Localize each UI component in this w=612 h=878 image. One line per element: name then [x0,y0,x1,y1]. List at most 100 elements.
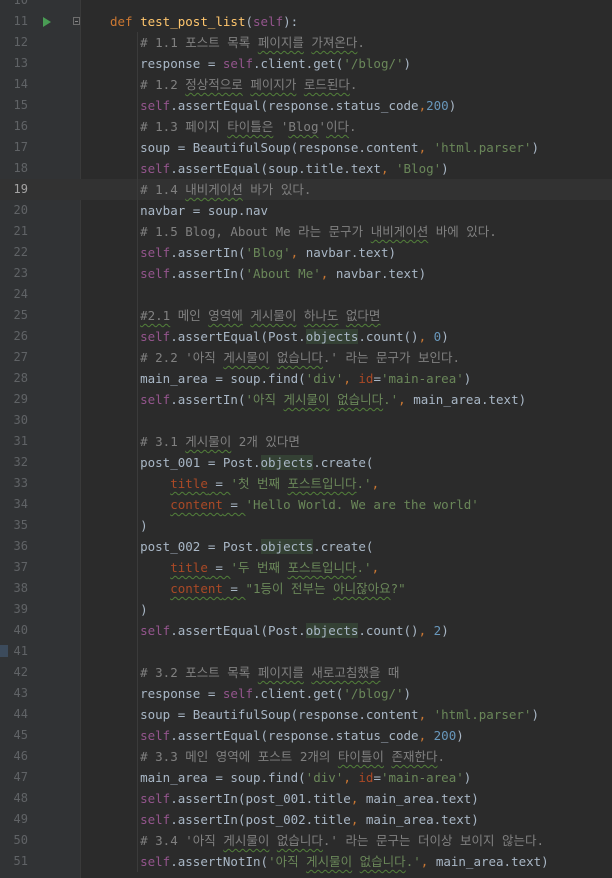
code-token: post_002 = Post. [110,539,261,554]
code-token: content [170,497,223,512]
code-token: self [140,245,171,260]
code-line[interactable]: 44 soup = BeautifulSoup(response.content… [0,704,612,725]
code-text: main_area = soup.find('div', id='main-ar… [110,767,471,788]
code-text: self.assertEqual(response.status_code,20… [110,95,456,116]
code-token: .' [405,854,421,869]
code-token: , [418,623,434,638]
line-number: 37 [13,560,28,574]
code-token: 포스트입니다 [287,476,357,491]
code-line[interactable]: 28 main_area = soup.find('div', id='main… [0,368,612,389]
code-token: self [140,392,171,407]
code-token: 'div' [305,770,344,785]
code-line[interactable]: 40 self.assertEqual(Post.objects.count()… [0,620,612,641]
code-token: .create( [313,539,374,554]
code-text: # 1.5 Blog, About Me 라는 문구가 내비게이션 바에 있다. [110,221,497,242]
code-text: ) [110,515,148,536]
code-line[interactable]: 17 soup = BeautifulSoup(response.content… [0,137,612,158]
code-line[interactable]: 21 # 1.5 Blog, About Me 라는 문구가 내비게이션 바에 … [0,221,612,242]
code-line[interactable]: 47 main_area = soup.find('div', id='main… [0,767,612,788]
code-line[interactable]: 48 self.assertIn(post_001.title, main_ar… [0,788,612,809]
code-line[interactable]: 15 self.assertEqual(response.status_code… [0,95,612,116]
code-lines[interactable]: 10 11 def test_post_list(self): 12 # 1.1 포스… [0,0,612,872]
code-line[interactable]: 27 # 2.2 '아직 게시물이 없습니다.' 라는 문구가 보인다. [0,347,612,368]
code-line[interactable]: 19 # 1.4 내비게이션 바가 있다. [0,179,612,200]
code-line[interactable]: 34 content = 'Hello World. We are the wo… [0,494,612,515]
code-line[interactable]: 10 [0,0,612,11]
line-number: 40 [13,623,28,637]
code-token: #2.1 [140,308,171,323]
code-line[interactable]: 39 ) [0,599,612,620]
code-line[interactable]: 11 def test_post_list(self): [0,11,612,32]
code-editor[interactable]: 10 11 def test_post_list(self): 12 # 1.1 포스… [0,0,612,878]
code-line[interactable]: 35 ) [0,515,612,536]
code-text: content = "1등이 전부는 아니잖아요?" [110,578,405,599]
code-token: 존재한다 [391,749,438,764]
code-line[interactable]: 23 self.assertIn('About Me', navbar.text… [0,263,612,284]
code-line[interactable]: 20 navbar = soup.nav [0,200,612,221]
code-line[interactable]: 31 # 3.1 게시물이 2개 있다면 [0,431,612,452]
code-token: 바가 있다. [242,182,312,197]
code-line[interactable]: 38 content = "1등이 전부는 아니잖아요?" [0,578,612,599]
code-token: .' [383,392,399,407]
line-number: 31 [13,434,28,448]
code-line[interactable]: 42 # 3.2 포스트 목록 페이지를 새로고침했을 때 [0,662,612,683]
code-token: = [222,497,246,512]
code-line[interactable]: 36 post_002 = Post.objects.create( [0,536,612,557]
code-token: .client.get( [253,56,344,71]
code-line[interactable]: 16 # 1.3 페이지 타이틀은 'Blog'이다. [0,116,612,137]
code-line[interactable]: 45 self.assertEqual(response.status_code… [0,725,612,746]
code-line[interactable]: 46 # 3.3 메인 영역에 포스트 2개의 타이틀이 존재한다. [0,746,612,767]
code-token: # 2.2 '아직 [110,350,224,365]
code-line[interactable]: 24 [0,284,612,305]
code-text: def test_post_list(self): [110,11,298,32]
code-line[interactable]: 29 self.assertIn('아직 게시물이 없습니다.', main_a… [0,389,612,410]
code-line[interactable]: 18 self.assertEqual(soup.title.text, 'Bl… [0,158,612,179]
code-token: id [358,371,374,386]
code-token: 내비게이션 [185,182,243,197]
code-line[interactable]: 14 # 1.2 정상적으로 페이지가 로드된다. [0,74,612,95]
code-token: .create( [313,455,374,470]
code-line[interactable]: 43 response = self.client.get('/blog/') [0,683,612,704]
code-line[interactable]: 22 self.assertIn('Blog', navbar.text) [0,242,612,263]
code-token: "1등이 전부는 [245,581,334,596]
code-line[interactable]: 26 self.assertEqual(Post.objects.count()… [0,326,612,347]
code-line[interactable]: 33 title = '첫 번째 포스트입니다.', [0,473,612,494]
code-token: 페이지가 [250,77,297,92]
code-line[interactable]: 51 self.assertNotIn('아직 게시물이 없습니다.', mai… [0,851,612,872]
code-token: , [350,791,366,806]
code-line[interactable]: 37 title = '두 번째 포스트입니다.', [0,557,612,578]
code-line[interactable]: 13 response = self.client.get('/blog/') [0,53,612,74]
code-line[interactable]: 41 [0,641,612,662]
code-line[interactable]: 32 post_001 = Post.objects.create( [0,452,612,473]
code-token: 'main-area' [380,371,464,386]
line-number: 30 [13,413,28,427]
code-line[interactable]: 25 #2.1 메인 영역에 게시물이 하나도 없다면 [0,305,612,326]
indent-guide [137,641,138,662]
code-text: post_001 = Post.objects.create( [110,452,373,473]
code-token: # 1.4 [110,182,186,197]
code-token: self [140,854,171,869]
code-token: 없습니다 [337,392,384,407]
run-test-icon[interactable] [43,17,51,27]
code-line[interactable]: 12 # 1.1 포스트 목록 페이지를 가져온다. [0,32,612,53]
code-token: ) [463,770,472,785]
line-number: 41 [13,644,28,658]
code-token: 포스트입니다 [287,560,357,575]
code-token: 페이지를 [257,35,304,50]
code-text: # 3.3 메인 영역에 포스트 2개의 타이틀이 존재한다. [110,746,445,767]
line-number: 23 [13,266,28,280]
code-text: self.assertIn(post_001.title, main_area.… [110,788,479,809]
fold-icon[interactable] [73,17,80,25]
code-token: ) [531,140,539,155]
code-line[interactable]: 49 self.assertIn(post_002.title, main_ar… [0,809,612,830]
code-token: self [140,98,171,113]
code-token: 영역에 [208,308,243,323]
code-token: = [373,371,381,386]
code-line[interactable]: 30 [0,410,612,431]
code-token: navbar.text) [305,245,397,260]
code-line[interactable]: 50 # 3.4 '아직 게시물이 없습니다.' 라는 문구는 더이상 보이지 … [0,830,612,851]
